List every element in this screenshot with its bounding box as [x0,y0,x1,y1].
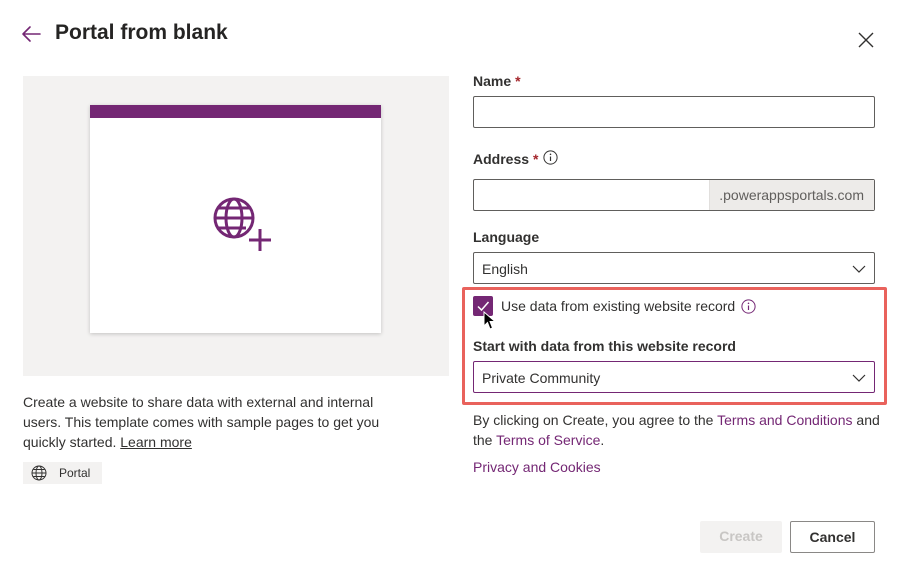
description-text: Create a website to share data with exte… [23,394,380,450]
preview-card [90,105,381,333]
template-preview [23,76,449,376]
name-input[interactable] [473,96,875,128]
cancel-button[interactable]: Cancel [790,521,875,553]
tag-label: Portal [59,466,91,480]
learn-more-link[interactable]: Learn more [120,434,192,450]
terms-suffix: . [600,432,605,448]
start-with-label: Start with data from this website record [473,338,736,354]
website-record-selected-value: Private Community [482,370,601,386]
portal-tag: Portal [23,462,102,484]
globe-plus-icon [212,196,274,252]
terms-and-conditions-link[interactable]: Terms and Conditions [717,412,852,428]
language-selected-value: English [482,261,528,277]
required-asterisk: * [533,151,539,167]
mouse-pointer-icon [483,311,497,330]
info-icon[interactable] [741,299,756,314]
language-dropdown[interactable]: English [473,252,875,284]
back-button[interactable] [18,22,46,46]
terms-prefix: By clicking on Create, you agree to the [473,412,714,428]
name-label: Name * [473,73,521,89]
chevron-down-icon [852,265,866,273]
address-label-text: Address [473,151,530,167]
globe-icon [31,465,47,481]
address-input[interactable]: .powerappsportals.com [473,179,875,211]
template-description: Create a website to share data with exte… [23,392,393,452]
preview-card-header-bar [90,105,381,118]
language-label: Language [473,229,540,245]
page-title: Portal from blank [55,21,228,44]
create-button[interactable]: Create [700,521,782,553]
info-icon[interactable] [543,150,558,165]
close-icon [858,32,874,48]
close-button[interactable] [854,28,878,52]
website-record-dropdown[interactable]: Private Community [473,361,875,393]
address-label: Address * [473,151,538,167]
terms-of-service-link[interactable]: Terms of Service [496,432,600,448]
address-domain-suffix: .powerappsportals.com [709,180,874,210]
privacy-and-cookies-link[interactable]: Privacy and Cookies [473,459,601,475]
use-existing-data-label: Use data from existing website record [501,298,736,314]
required-asterisk: * [515,73,521,89]
name-label-text: Name [473,73,512,89]
back-arrow-icon [22,26,41,42]
chevron-down-icon [852,374,866,382]
terms-text: By clicking on Create, you agree to the … [473,410,883,450]
